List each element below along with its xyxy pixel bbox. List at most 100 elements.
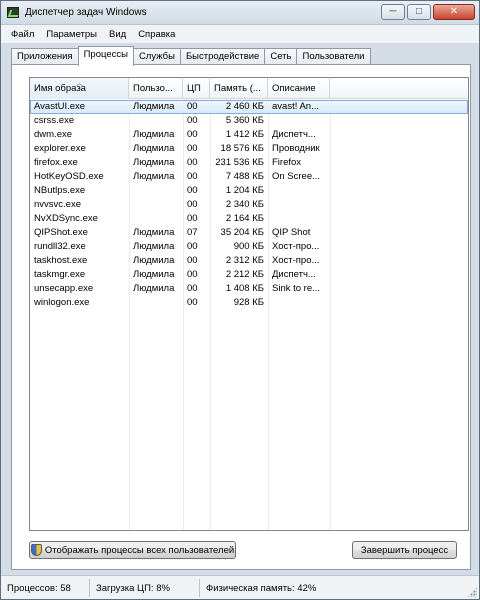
process-name-cell: NvXDSync.exe: [34, 213, 98, 224]
end-process-button[interactable]: Завершить процесс: [352, 541, 457, 559]
resize-grip-icon[interactable]: [467, 587, 477, 597]
process-row[interactable]: dwm.exe Людмила 00 1 412 КБ Диспетч...: [30, 128, 468, 142]
process-user-cell: [129, 296, 183, 310]
status-memory: Физическая память: 42%: [206, 582, 317, 594]
menu-view[interactable]: Вид: [103, 29, 132, 40]
task-manager-window: Диспетчер задач Windows ─ □ ✕ Файл Парам…: [0, 0, 480, 600]
show-all-processes-button[interactable]: Отображать процессы всех пользователей: [29, 541, 236, 559]
process-row[interactable]: nvvsvc.exe 00 2 340 КБ: [30, 198, 468, 212]
process-cpu-cell: 00: [187, 185, 198, 196]
process-user-cell: Людмила: [133, 269, 175, 280]
process-memory-cell: 900 КБ: [233, 241, 264, 252]
process-name-cell: explorer.exe: [34, 143, 86, 154]
sort-ascending-icon: ︿: [76, 80, 83, 87]
process-description-cell: avast! An...: [272, 101, 319, 112]
process-row[interactable]: AvastUI.exe Людмила 00 2 460 КБ avast! An...: [30, 100, 468, 114]
status-bar: Процессов: 58 Загрузка ЦП: 8% Физическая…: [1, 575, 479, 599]
process-user-cell: [129, 198, 183, 212]
process-cpu-cell: 00: [187, 255, 198, 266]
process-description-cell: QIP Shot: [272, 227, 311, 238]
processes-panel: ︿ Имя образа Пользо... ЦП Память (... Оп…: [11, 64, 471, 570]
process-row[interactable]: NvXDSync.exe 00 2 164 КБ: [30, 212, 468, 226]
process-row[interactable]: QIPShot.exe Людмила 07 35 204 КБ QIP Shot: [30, 226, 468, 240]
process-description-cell: Диспетч...: [272, 129, 316, 140]
process-description-cell: [268, 212, 330, 226]
process-row[interactable]: taskmgr.exe Людмила 00 2 212 КБ Диспетч...: [30, 268, 468, 282]
task-manager-icon: [7, 7, 19, 18]
process-user-cell: Людмила: [133, 283, 175, 294]
tab-processes[interactable]: Процессы: [77, 46, 134, 66]
show-all-processes-label: Отображать процессы всех пользователей: [44, 544, 235, 556]
process-description-cell: [268, 296, 330, 310]
column-cpu[interactable]: ЦП: [183, 78, 210, 99]
process-memory-cell: 5 360 КБ: [225, 115, 264, 126]
process-memory-cell: 18 576 КБ: [220, 143, 264, 154]
process-memory-cell: 7 488 КБ: [225, 171, 264, 182]
process-name-cell: dwm.exe: [34, 129, 73, 140]
process-name-cell: winlogon.exe: [34, 297, 90, 308]
menu-file[interactable]: Файл: [5, 29, 40, 40]
tab-services[interactable]: Службы: [132, 48, 181, 65]
tab-networking[interactable]: Сеть: [264, 48, 298, 65]
process-row[interactable]: explorer.exe Людмила 00 18 576 КБ Проводник: [30, 142, 468, 156]
process-list[interactable]: ︿ Имя образа Пользо... ЦП Память (... Оп…: [29, 77, 469, 531]
process-name-cell: taskhost.exe: [34, 255, 88, 266]
process-row[interactable]: taskhost.exe Людмила 00 2 312 КБ Хост-про...: [30, 254, 468, 268]
process-cpu-cell: 00: [187, 269, 198, 280]
process-description-cell: Sink to re...: [272, 283, 321, 294]
tab-users[interactable]: Пользователи: [296, 48, 371, 65]
process-user-cell: Людмила: [133, 143, 175, 154]
title-bar[interactable]: Диспетчер задач Windows ─ □ ✕: [1, 1, 479, 25]
window-title: Диспетчер задач Windows: [25, 7, 147, 18]
process-name-cell: rundll32.exe: [34, 241, 86, 252]
process-memory-cell: 1 412 КБ: [225, 129, 264, 140]
menu-help[interactable]: Справка: [132, 29, 181, 40]
process-row[interactable]: rundll32.exe Людмила 00 900 КБ Хост-про...: [30, 240, 468, 254]
process-description-cell: [268, 184, 330, 198]
process-description-cell: Firefox: [272, 157, 302, 168]
process-description-cell: [268, 114, 330, 128]
process-name-cell: nvvsvc.exe: [34, 199, 81, 210]
process-name-cell: AvastUI.exe: [34, 101, 86, 112]
process-row[interactable]: winlogon.exe 00 928 КБ: [30, 296, 468, 310]
process-cpu-cell: 00: [187, 283, 198, 294]
process-name-cell: firefox.exe: [34, 157, 78, 168]
process-user-cell: Людмила: [133, 241, 175, 252]
status-cpu: Загрузка ЦП: 8%: [90, 578, 200, 597]
process-name-cell: QIPShot.exe: [34, 227, 88, 238]
process-row[interactable]: HotKeyOSD.exe Людмила 00 7 488 КБ On Scree..…: [30, 170, 468, 184]
process-user-cell: Людмила: [133, 227, 175, 238]
process-row[interactable]: unsecapp.exe Людмила 00 1 408 КБ Sink to re.…: [30, 282, 468, 296]
process-memory-cell: 1 204 КБ: [225, 185, 264, 196]
maximize-button[interactable]: □: [407, 4, 431, 20]
process-description-cell: Диспетч...: [272, 269, 316, 280]
process-description-cell: On Scree...: [272, 171, 321, 182]
menu-bar: Файл Параметры Вид Справка: [1, 25, 479, 43]
process-list-body: AvastUI.exe Людмила 00 2 460 КБ avast! An...…: [30, 100, 468, 310]
column-description[interactable]: Описание: [268, 78, 330, 99]
close-button[interactable]: ✕: [433, 4, 475, 20]
process-memory-cell: 928 КБ: [233, 297, 264, 308]
process-cpu-cell: 00: [187, 213, 198, 224]
tab-applications[interactable]: Приложения: [11, 48, 79, 65]
process-user-cell: Людмила: [133, 255, 175, 266]
tab-strip: Приложения Процессы Службы Быстродействи…: [11, 46, 371, 66]
minimize-button[interactable]: ─: [381, 4, 405, 20]
process-cpu-cell: 00: [187, 115, 198, 126]
process-name-cell: unsecapp.exe: [34, 283, 94, 294]
process-row[interactable]: csrss.exe 00 5 360 КБ: [30, 114, 468, 128]
process-row[interactable]: NButlps.exe 00 1 204 КБ: [30, 184, 468, 198]
process-cpu-cell: 00: [187, 171, 198, 182]
process-memory-cell: 2 460 КБ: [225, 101, 264, 112]
process-user-cell: Людмила: [133, 171, 175, 182]
process-description-cell: Проводник: [272, 143, 320, 154]
process-cpu-cell: 00: [187, 297, 198, 308]
process-row[interactable]: firefox.exe Людмила 00 231 536 КБ Firefox: [30, 156, 468, 170]
column-memory[interactable]: Память (...: [210, 78, 268, 99]
tab-performance[interactable]: Быстродействие: [179, 48, 266, 65]
process-memory-cell: 2 312 КБ: [225, 255, 264, 266]
column-user[interactable]: Пользо...: [129, 78, 183, 99]
column-image-name[interactable]: ︿ Имя образа: [30, 78, 129, 99]
menu-options[interactable]: Параметры: [40, 29, 103, 40]
process-user-cell: [129, 184, 183, 198]
